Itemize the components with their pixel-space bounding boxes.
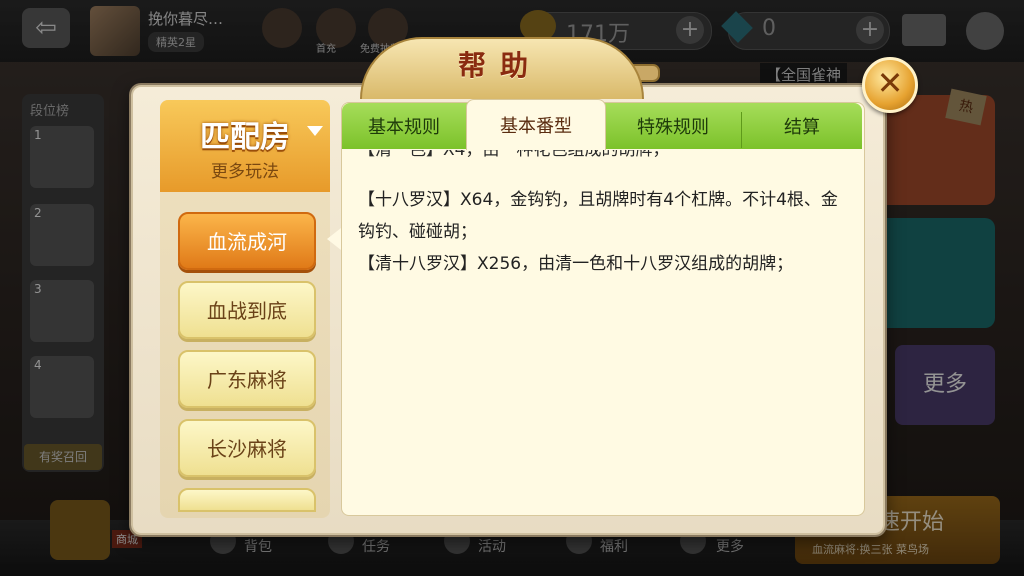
tab-special-rules[interactable]: 特殊规则: [605, 103, 741, 149]
mode-button-partial[interactable]: [178, 488, 316, 512]
close-icon[interactable]: ✕: [862, 57, 918, 113]
dropdown-caret-icon: [307, 126, 323, 136]
tab-basic-fan[interactable]: 基本番型: [466, 99, 606, 150]
rule-text-clipped: 【清一色】X4，由一种花色组成的胡牌，: [358, 150, 670, 160]
mode-button-xueliuchenghe[interactable]: 血流成河: [178, 212, 316, 270]
tab-basic-rules[interactable]: 基本规则: [342, 103, 466, 149]
mode-button-xuezhandaodi[interactable]: 血战到底: [178, 281, 316, 339]
mode-button-changsha[interactable]: 长沙麻将: [178, 419, 316, 477]
help-text-scroll[interactable]: 【清一色】X4，由一种花色组成的胡牌， 【十八罗汉】X64，金钩钓，且胡牌时有4…: [358, 150, 848, 510]
mode-button-guangdong[interactable]: 广东麻将: [178, 350, 316, 408]
dialog-title: 帮助: [457, 49, 542, 82]
mode-header-subtitle: 更多玩法: [211, 162, 279, 182]
tab-settlement[interactable]: 结算: [742, 103, 862, 149]
mode-header-title: 匹配房: [200, 120, 290, 155]
selection-pointer: [327, 228, 341, 250]
rule-text: 【清十八罗汉】X256，由清一色和十八罗汉组成的胡牌；: [358, 254, 794, 274]
rule-text: 【十八罗汉】X64，金钩钓，且胡牌时有4个杠牌。不计4根、金钩钓、碰碰胡；: [358, 190, 838, 242]
